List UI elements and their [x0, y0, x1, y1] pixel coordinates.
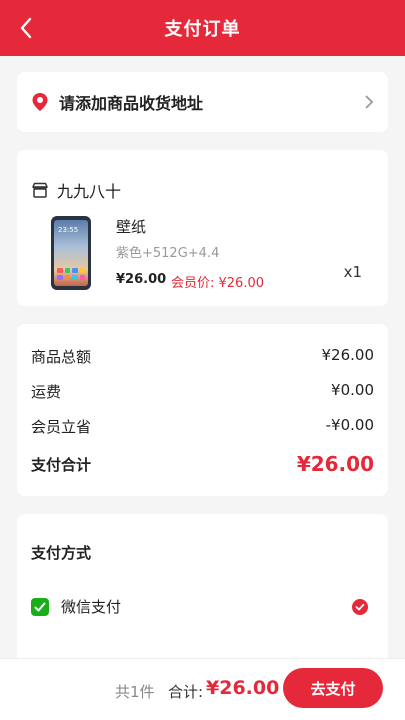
chevron-right-icon — [365, 95, 374, 109]
checkout-bar: 共1件 合计: ¥26.00 去支付 — [0, 658, 405, 720]
summary-label: 商品总额 — [31, 348, 92, 366]
order-item-card: 九九八十 23:55 壁纸 紫色+512G+4.4 ¥26.00 会员价: ¥2… — [17, 150, 388, 306]
summary-row: 商品总额 ¥26.00 — [31, 346, 374, 367]
top-bar: 支付订单 — [0, 0, 405, 56]
address-card[interactable]: 请添加商品收货地址 — [17, 72, 388, 132]
product-name: 壁纸 — [116, 218, 147, 236]
product-price: ¥26.00 — [116, 272, 167, 287]
summary-row: 运费 ¥0.00 — [31, 381, 374, 402]
back-arrow-icon — [20, 17, 32, 39]
product-spec: 紫色+512G+4.4 — [116, 246, 220, 261]
back-button[interactable] — [12, 14, 40, 42]
footer-total-value: ¥26.00 — [206, 677, 280, 699]
summary-total-row: 支付合计 ¥26.00 — [31, 452, 374, 476]
add-address-label: 请添加商品收货地址 — [59, 94, 204, 113]
product-image-clock: 23:55 — [58, 226, 79, 234]
item-count: 共1件 — [115, 683, 155, 701]
product-image-screen: 23:55 — [54, 220, 88, 286]
wechat-pay-icon — [31, 597, 49, 616]
total-label: 支付合计 — [31, 455, 92, 474]
summary-label: 运费 — [31, 383, 62, 401]
payment-option-wechat[interactable]: 微信支付 — [31, 596, 368, 617]
total-value: ¥26.00 — [296, 452, 374, 476]
store-icon — [32, 182, 48, 198]
shop-name: 九九八十 — [57, 182, 122, 201]
location-pin-icon — [32, 93, 48, 111]
page-title: 支付订单 — [164, 19, 241, 40]
footer-total-label: 合计: — [168, 683, 204, 701]
price-summary-card: 商品总额 ¥26.00 运费 ¥0.00 会员立省 -¥0.00 支付合计 ¥2… — [17, 324, 388, 496]
summary-row: 会员立省 -¥0.00 — [31, 416, 374, 437]
shop-header: 九九八十 — [31, 178, 121, 202]
payment-option-label: 微信支付 — [61, 598, 122, 616]
pay-button[interactable]: 去支付 — [283, 668, 383, 708]
member-price: 会员价: ¥26.00 — [171, 276, 264, 291]
product-image[interactable]: 23:55 — [51, 216, 91, 290]
summary-value: -¥0.00 — [325, 416, 374, 434]
payment-method-title: 支付方式 — [31, 544, 92, 562]
selected-check-icon[interactable] — [352, 598, 368, 615]
summary-label: 会员立省 — [31, 418, 92, 436]
product-quantity: x1 — [343, 263, 362, 281]
summary-value: ¥0.00 — [331, 381, 374, 399]
product-image-apps — [57, 268, 85, 280]
summary-value: ¥26.00 — [321, 346, 375, 364]
